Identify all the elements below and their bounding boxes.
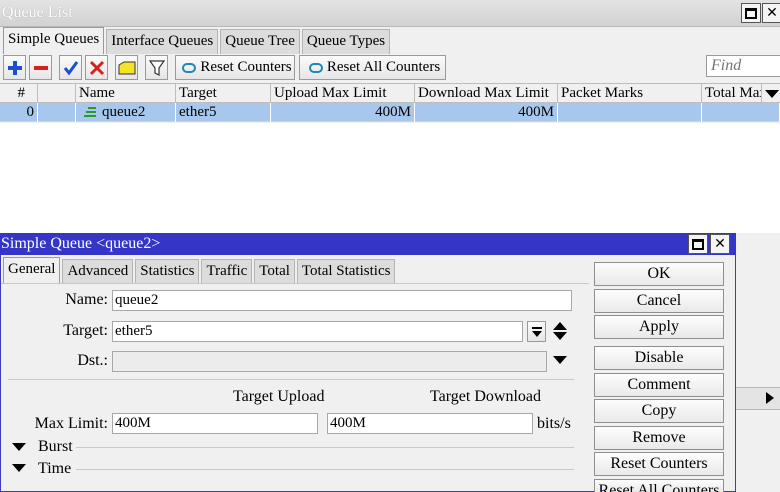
tab-queue-types[interactable]: Queue Types: [301, 29, 391, 54]
comment-icon: [118, 61, 135, 74]
reset-all-counters-button[interactable]: Reset All Counters: [594, 479, 724, 492]
col-number[interactable]: #: [0, 84, 38, 103]
col-flags[interactable]: [38, 84, 76, 103]
max-limit-label: Max Limit:: [34, 415, 108, 432]
dialog-tabs: General Advanced Statistics Traffic Tota…: [3, 257, 397, 284]
dst-dropdown-icon[interactable]: [553, 356, 567, 364]
target-field[interactable]: ether5: [112, 321, 523, 342]
close-button[interactable]: ✕: [762, 3, 780, 23]
dst-field[interactable]: [112, 351, 547, 372]
filter-button[interactable]: [145, 55, 168, 80]
target-upload-header: Target Upload: [233, 388, 325, 405]
col-upload-max-limit[interactable]: Upload Max Limit: [271, 84, 415, 103]
remove-button[interactable]: Remove: [594, 426, 724, 450]
burst-label[interactable]: Burst: [38, 438, 73, 456]
column-menu-icon[interactable]: [765, 90, 779, 98]
dialog-title: Simple Queue <queue2>: [1, 235, 161, 252]
cell-upload-max: 400M: [271, 103, 415, 122]
copy-button[interactable]: Copy: [594, 399, 724, 423]
target-dropdown-button[interactable]: [527, 321, 546, 342]
queue-list-toolbar: Reset Counters Reset All Counters: [0, 53, 780, 83]
name-label: Name:: [65, 291, 108, 308]
queue-icon: [82, 106, 98, 120]
cell-flags: [38, 103, 76, 122]
check-icon: [63, 60, 78, 75]
tab-simple-queues[interactable]: Simple Queues: [3, 27, 105, 54]
reset-counters-button[interactable]: Reset Counters: [175, 55, 295, 80]
cross-icon: [89, 60, 104, 75]
col-packet-marks[interactable]: Packet Marks: [558, 84, 702, 103]
tab-advanced[interactable]: Advanced: [62, 259, 134, 284]
tab-general[interactable]: General: [3, 257, 61, 284]
target-download-header: Target Download: [430, 388, 541, 405]
find-input[interactable]: [706, 55, 780, 77]
comment-button[interactable]: Comment: [594, 373, 724, 397]
tab-traffic[interactable]: Traffic: [201, 259, 253, 284]
queue-table: # Name Target Upload Max Limit Download …: [0, 83, 780, 122]
tab-total-statistics[interactable]: Total Statistics: [296, 259, 396, 284]
maximize-button[interactable]: [741, 3, 761, 23]
tab-total[interactable]: Total: [254, 259, 295, 284]
disable-button[interactable]: Disable: [594, 346, 724, 370]
table-header: # Name Target Upload Max Limit Download …: [0, 83, 780, 103]
cell-download-max: 400M: [415, 103, 558, 122]
add-button[interactable]: [3, 55, 26, 80]
disable-button[interactable]: [85, 55, 108, 80]
cell-name: queue2: [99, 103, 176, 122]
dropdown-icon: [531, 326, 542, 337]
dialog-titlebar[interactable]: Simple Queue <queue2> ✕: [0, 233, 736, 255]
dst-label: Dst.:: [77, 352, 108, 369]
reset-icon: [182, 62, 197, 73]
cancel-button[interactable]: Cancel: [594, 289, 724, 313]
time-expand-icon[interactable]: [12, 464, 26, 472]
queue-list-tabs: Simple Queues Interface Queues Queue Tre…: [3, 27, 392, 54]
max-limit-download-field[interactable]: 400M: [327, 413, 533, 434]
minus-icon: [33, 65, 48, 70]
burst-divider: [76, 447, 574, 448]
ok-button[interactable]: OK: [594, 262, 724, 286]
burst-expand-icon[interactable]: [12, 443, 26, 451]
tab-queue-tree[interactable]: Queue Tree: [220, 29, 300, 54]
time-divider: [76, 469, 574, 470]
scroll-right-icon[interactable]: [764, 391, 776, 405]
col-download-max-limit[interactable]: Download Max Limit: [415, 84, 558, 103]
cell-number: 0: [0, 103, 38, 122]
maximize-icon: [692, 238, 704, 250]
max-limit-upload-field[interactable]: 400M: [112, 413, 318, 434]
close-icon: ✕: [714, 236, 726, 252]
comment-button[interactable]: [115, 55, 138, 80]
tab-interface-queues[interactable]: Interface Queues: [106, 29, 219, 54]
section-divider: [8, 379, 574, 380]
name-field[interactable]: queue2: [112, 290, 572, 311]
col-target[interactable]: Target: [176, 84, 271, 103]
apply-button[interactable]: Apply: [594, 315, 724, 339]
queue-list-titlebar[interactable]: Queue List ✕: [0, 0, 780, 27]
units-label: bits/s: [537, 415, 571, 432]
reset-icon: [308, 62, 323, 73]
table-row[interactable]: 0 queue2 ether5 400M 400M: [0, 103, 780, 122]
filter-icon: [148, 59, 165, 76]
cell-target: ether5: [176, 103, 271, 122]
window-title: Queue List: [2, 4, 73, 21]
reset-all-counters-button[interactable]: Reset All Counters: [299, 55, 446, 80]
tab-statistics[interactable]: Statistics: [135, 259, 200, 284]
tab-divider: [1, 283, 589, 284]
enable-button[interactable]: [59, 55, 82, 80]
dialog-maximize-button[interactable]: [688, 234, 708, 254]
expand-icon[interactable]: [553, 332, 567, 340]
remove-button[interactable]: [29, 55, 52, 80]
cell-total-max: [702, 103, 780, 122]
col-name[interactable]: Name: [76, 84, 176, 103]
close-icon: ✕: [766, 5, 778, 21]
cell-packet-marks: [558, 103, 702, 122]
reset-counters-button[interactable]: Reset Counters: [594, 452, 724, 476]
table-empty-area: [0, 123, 780, 233]
collapse-icon[interactable]: [553, 322, 567, 330]
maximize-icon: [745, 7, 757, 19]
time-label[interactable]: Time: [38, 460, 71, 478]
col-total-max[interactable]: Total Max: [702, 84, 762, 103]
target-label: Target:: [63, 322, 108, 339]
plus-icon: [7, 60, 22, 75]
dialog-close-button[interactable]: ✕: [710, 234, 730, 254]
